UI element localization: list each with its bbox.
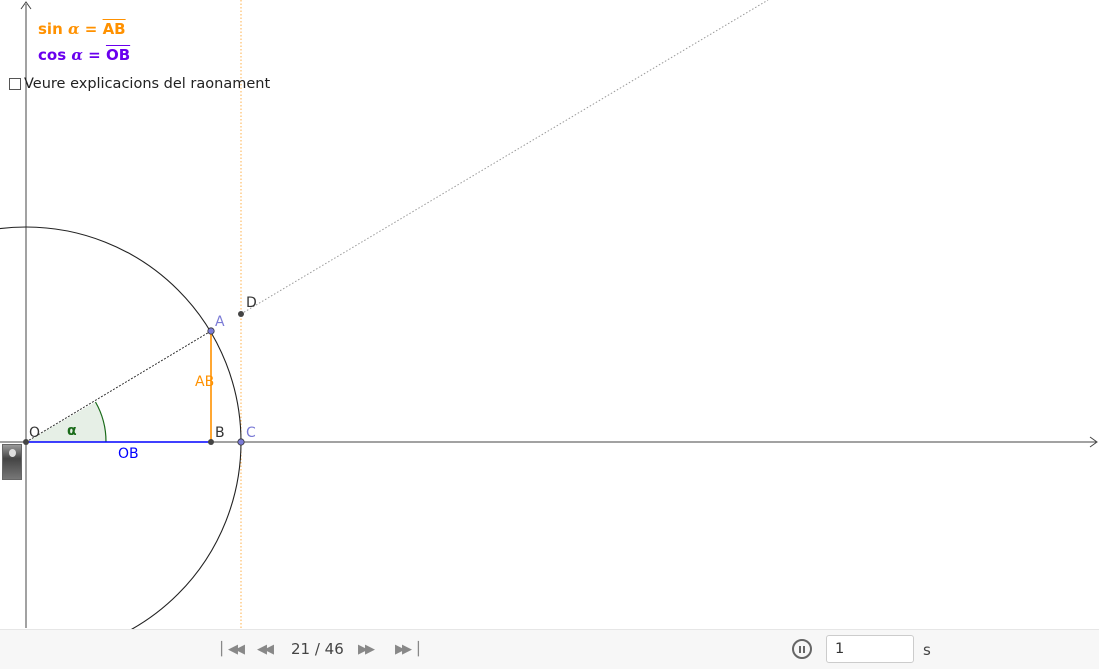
- step-counter: 21 / 46: [291, 640, 344, 658]
- explanations-label: Veure explicacions del raonament: [24, 76, 271, 92]
- fast-forward-icon[interactable]: ▶▶: [358, 642, 375, 658]
- label-D: D: [246, 295, 257, 311]
- checkbox-square[interactable]: [9, 78, 21, 90]
- point-C[interactable]: [237, 438, 245, 446]
- label-B: B: [215, 425, 225, 441]
- speed-unit: s: [923, 641, 931, 659]
- rewind-icon[interactable]: ◀◀: [257, 642, 274, 658]
- label-OB: OB: [118, 446, 139, 462]
- cos-eq: =: [88, 46, 101, 64]
- skip-first-icon[interactable]: ▏◀◀: [221, 642, 245, 658]
- sin-eq: =: [84, 20, 98, 38]
- label-A: A: [215, 314, 225, 330]
- label-O: O: [29, 425, 40, 441]
- segment-OA: [25, 330, 212, 443]
- sin-formula: sin α = AB: [38, 20, 126, 38]
- cos-seg: OB: [105, 46, 131, 64]
- cos-formula: cos α = OB: [38, 46, 130, 64]
- playback-toolbar: ▏◀◀ ◀◀ 21 / 46 ▶▶ ▶▶▕ s: [0, 629, 1099, 669]
- cos-fn: cos: [38, 46, 67, 64]
- label-C: C: [246, 425, 256, 441]
- point-B[interactable]: [208, 439, 214, 445]
- ray-extension: [240, 0, 769, 315]
- portrait-thumbnail: [2, 444, 22, 480]
- point-D[interactable]: [238, 311, 244, 317]
- cos-var: α: [71, 46, 83, 64]
- label-AB: AB: [195, 374, 214, 390]
- point-A[interactable]: [207, 327, 215, 335]
- construction-canvas[interactable]: O A B C D α AB OB: [0, 0, 1099, 629]
- explanations-checkbox[interactable]: Veure explicacions del raonament: [9, 76, 270, 92]
- sin-var: α: [67, 20, 80, 38]
- sin-fn: sin: [38, 20, 63, 38]
- skip-last-icon[interactable]: ▶▶▕: [395, 642, 419, 658]
- speed-input[interactable]: [826, 635, 914, 663]
- pause-icon[interactable]: [792, 639, 812, 659]
- sin-seg: AB: [102, 20, 126, 38]
- label-alpha: α: [67, 423, 77, 439]
